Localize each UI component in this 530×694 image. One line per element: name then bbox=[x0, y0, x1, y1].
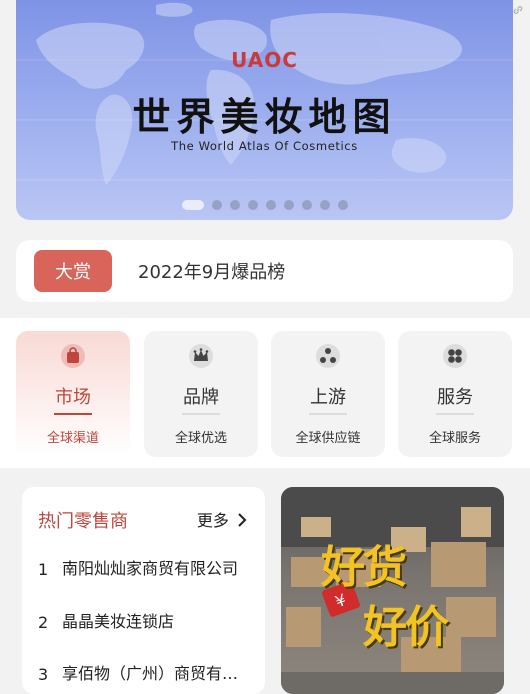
chevron-right-icon bbox=[238, 513, 247, 527]
carousel-dot[interactable] bbox=[229, 200, 240, 210]
category-underline bbox=[436, 413, 474, 415]
category-underline bbox=[54, 413, 92, 415]
list-item[interactable]: 2 晶晶美妆连锁店 bbox=[38, 608, 240, 632]
category-subtitle: 全球供应链 bbox=[295, 431, 361, 446]
category-title: 服务 bbox=[437, 387, 473, 408]
retailer-name: 晶晶美妆连锁店 bbox=[62, 612, 175, 631]
carousel-dot[interactable] bbox=[301, 200, 312, 210]
rank-number: 1 bbox=[38, 560, 49, 579]
category-nav: 市场 全球渠道 品牌 全球优选 上游 全球供应链 服务 全球服务 bbox=[0, 318, 530, 468]
category-subtitle: 全球渠道 bbox=[46, 431, 99, 446]
list-item[interactable]: 3 享佰物（广州）商贸有限公司 bbox=[38, 660, 240, 684]
category-underline bbox=[182, 413, 220, 415]
brand-logo: UAOC bbox=[16, 48, 513, 72]
banner-subtitle: The World Atlas Of Cosmetics bbox=[171, 139, 358, 153]
promo-line-2: 好价 bbox=[363, 602, 449, 653]
category-subtitle: 全球优选 bbox=[174, 431, 227, 446]
category-service[interactable]: 服务 全球服务 bbox=[398, 331, 512, 457]
more-button[interactable]: 更多 bbox=[197, 507, 247, 531]
hot-retailers-card: 热门零售商 更多 1 南阳灿灿家商贸有限公司 2 晶晶美妆连锁店 3 享佰物（广州）商… bbox=[22, 487, 265, 694]
carousel-dot[interactable] bbox=[181, 200, 204, 210]
carousel-dot[interactable] bbox=[211, 200, 222, 210]
more-label: 更多 bbox=[196, 511, 229, 530]
clover-icon bbox=[443, 344, 467, 368]
category-title: 品牌 bbox=[183, 387, 219, 408]
category-subtitle: 全球服务 bbox=[428, 431, 481, 446]
banner-headline: 世界美妆地图 bbox=[132, 95, 397, 139]
carousel-dot[interactable] bbox=[319, 200, 330, 210]
rank-number: 2 bbox=[38, 613, 49, 632]
shopping-bag-icon bbox=[61, 344, 85, 368]
category-market[interactable]: 市场 全球渠道 bbox=[16, 331, 130, 457]
carousel-dot[interactable] bbox=[283, 200, 294, 210]
carousel-indicators[interactable] bbox=[16, 200, 513, 210]
crown-icon bbox=[189, 344, 213, 368]
supply-chain-icon bbox=[316, 344, 340, 368]
carousel-dot[interactable] bbox=[337, 200, 348, 210]
category-title: 上游 bbox=[310, 387, 346, 408]
hero-banner[interactable]: UAOC 世界美妆地图 The World Atlas Of Cosmetics bbox=[16, 0, 513, 220]
category-title: 市场 bbox=[55, 387, 91, 408]
promo-line-1: 好货 bbox=[321, 542, 407, 593]
award-banner[interactable]: 大赏 2022年9月爆品榜 bbox=[16, 240, 513, 302]
retailer-name: 享佰物（广州）商贸有限公司 bbox=[62, 664, 240, 683]
section-title: 热门零售商 bbox=[38, 511, 128, 532]
category-upstream[interactable]: 上游 全球供应链 bbox=[271, 331, 385, 457]
award-badge: 大赏 bbox=[34, 250, 112, 292]
logo-text: UAOC bbox=[231, 48, 298, 72]
category-brand[interactable]: 品牌 全球优选 bbox=[144, 331, 258, 457]
carousel-dot[interactable] bbox=[247, 200, 258, 210]
rank-number: 3 bbox=[38, 665, 49, 684]
list-item[interactable]: 1 南阳灿灿家商贸有限公司 bbox=[38, 555, 240, 579]
retailer-name: 南阳灿灿家商贸有限公司 bbox=[62, 559, 239, 578]
carousel-dot[interactable] bbox=[265, 200, 276, 210]
category-underline bbox=[309, 413, 347, 415]
promo-banner[interactable]: ¥ 好货 好价 bbox=[281, 487, 504, 694]
award-title[interactable]: 2022年9月爆品榜 bbox=[138, 258, 285, 284]
link-icon[interactable] bbox=[512, 4, 524, 16]
